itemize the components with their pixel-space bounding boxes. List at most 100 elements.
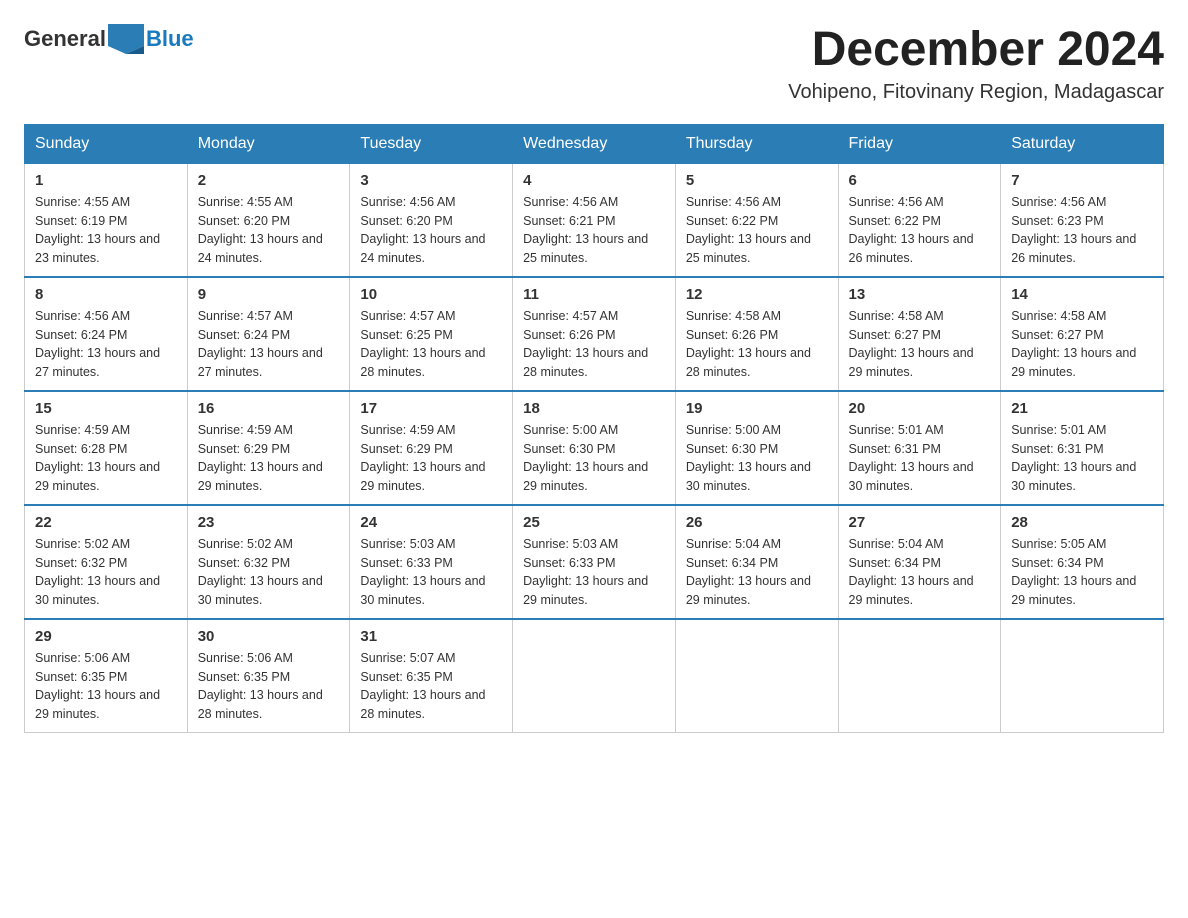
day-number: 19 xyxy=(686,400,828,417)
calendar-cell: 7 Sunrise: 4:56 AMSunset: 6:23 PMDayligh… xyxy=(1001,163,1164,277)
calendar-cell: 8 Sunrise: 4:56 AMSunset: 6:24 PMDayligh… xyxy=(25,277,188,391)
day-info: Sunrise: 4:58 AMSunset: 6:27 PMDaylight:… xyxy=(849,309,974,379)
calendar-cell: 21 Sunrise: 5:01 AMSunset: 6:31 PMDaylig… xyxy=(1001,391,1164,505)
calendar-cell: 18 Sunrise: 5:00 AMSunset: 6:30 PMDaylig… xyxy=(513,391,676,505)
calendar-header-row: SundayMondayTuesdayWednesdayThursdayFrid… xyxy=(25,124,1164,163)
day-number: 13 xyxy=(849,286,991,303)
calendar-cell: 4 Sunrise: 4:56 AMSunset: 6:21 PMDayligh… xyxy=(513,163,676,277)
day-info: Sunrise: 5:01 AMSunset: 6:31 PMDaylight:… xyxy=(849,423,974,493)
calendar-cell: 27 Sunrise: 5:04 AMSunset: 6:34 PMDaylig… xyxy=(838,505,1001,619)
day-number: 26 xyxy=(686,514,828,531)
day-number: 30 xyxy=(198,628,340,645)
calendar-week-row: 22 Sunrise: 5:02 AMSunset: 6:32 PMDaylig… xyxy=(25,505,1164,619)
title-block: December 2024 Vohipeno, Fitovinany Regio… xyxy=(788,24,1164,104)
calendar-week-row: 1 Sunrise: 4:55 AMSunset: 6:19 PMDayligh… xyxy=(25,163,1164,277)
day-info: Sunrise: 4:56 AMSunset: 6:24 PMDaylight:… xyxy=(35,309,160,379)
day-info: Sunrise: 4:59 AMSunset: 6:28 PMDaylight:… xyxy=(35,423,160,493)
calendar-cell xyxy=(838,619,1001,733)
day-number: 9 xyxy=(198,286,340,303)
day-number: 2 xyxy=(198,172,340,189)
calendar-cell: 14 Sunrise: 4:58 AMSunset: 6:27 PMDaylig… xyxy=(1001,277,1164,391)
subtitle: Vohipeno, Fitovinany Region, Madagascar xyxy=(788,81,1164,104)
calendar-cell: 22 Sunrise: 5:02 AMSunset: 6:32 PMDaylig… xyxy=(25,505,188,619)
day-info: Sunrise: 4:56 AMSunset: 6:23 PMDaylight:… xyxy=(1011,195,1136,265)
day-number: 18 xyxy=(523,400,665,417)
day-info: Sunrise: 5:05 AMSunset: 6:34 PMDaylight:… xyxy=(1011,537,1136,607)
page-header: General Blue December 2024 Vohipeno, Fit… xyxy=(24,24,1164,104)
day-info: Sunrise: 5:07 AMSunset: 6:35 PMDaylight:… xyxy=(360,651,485,721)
day-number: 14 xyxy=(1011,286,1153,303)
day-number: 4 xyxy=(523,172,665,189)
day-number: 29 xyxy=(35,628,177,645)
calendar-week-row: 8 Sunrise: 4:56 AMSunset: 6:24 PMDayligh… xyxy=(25,277,1164,391)
day-number: 1 xyxy=(35,172,177,189)
day-info: Sunrise: 5:06 AMSunset: 6:35 PMDaylight:… xyxy=(35,651,160,721)
calendar-cell: 19 Sunrise: 5:00 AMSunset: 6:30 PMDaylig… xyxy=(675,391,838,505)
day-header-saturday: Saturday xyxy=(1001,124,1164,163)
day-info: Sunrise: 4:56 AMSunset: 6:22 PMDaylight:… xyxy=(849,195,974,265)
calendar-cell: 24 Sunrise: 5:03 AMSunset: 6:33 PMDaylig… xyxy=(350,505,513,619)
calendar-cell xyxy=(513,619,676,733)
calendar-cell: 6 Sunrise: 4:56 AMSunset: 6:22 PMDayligh… xyxy=(838,163,1001,277)
day-header-monday: Monday xyxy=(187,124,350,163)
calendar-week-row: 15 Sunrise: 4:59 AMSunset: 6:28 PMDaylig… xyxy=(25,391,1164,505)
day-header-friday: Friday xyxy=(838,124,1001,163)
day-header-wednesday: Wednesday xyxy=(513,124,676,163)
logo: General Blue xyxy=(24,24,194,54)
calendar-cell: 15 Sunrise: 4:59 AMSunset: 6:28 PMDaylig… xyxy=(25,391,188,505)
day-number: 6 xyxy=(849,172,991,189)
day-number: 22 xyxy=(35,514,177,531)
logo-icon xyxy=(108,24,144,54)
day-number: 23 xyxy=(198,514,340,531)
logo-general-text: General xyxy=(24,26,106,52)
day-info: Sunrise: 5:02 AMSunset: 6:32 PMDaylight:… xyxy=(198,537,323,607)
day-number: 7 xyxy=(1011,172,1153,189)
calendar-cell: 31 Sunrise: 5:07 AMSunset: 6:35 PMDaylig… xyxy=(350,619,513,733)
calendar-cell: 9 Sunrise: 4:57 AMSunset: 6:24 PMDayligh… xyxy=(187,277,350,391)
day-info: Sunrise: 4:56 AMSunset: 6:20 PMDaylight:… xyxy=(360,195,485,265)
calendar-cell: 11 Sunrise: 4:57 AMSunset: 6:26 PMDaylig… xyxy=(513,277,676,391)
calendar-cell: 16 Sunrise: 4:59 AMSunset: 6:29 PMDaylig… xyxy=(187,391,350,505)
day-number: 21 xyxy=(1011,400,1153,417)
day-info: Sunrise: 4:57 AMSunset: 6:25 PMDaylight:… xyxy=(360,309,485,379)
day-info: Sunrise: 5:01 AMSunset: 6:31 PMDaylight:… xyxy=(1011,423,1136,493)
day-info: Sunrise: 5:06 AMSunset: 6:35 PMDaylight:… xyxy=(198,651,323,721)
day-number: 8 xyxy=(35,286,177,303)
day-header-sunday: Sunday xyxy=(25,124,188,163)
calendar-cell: 23 Sunrise: 5:02 AMSunset: 6:32 PMDaylig… xyxy=(187,505,350,619)
calendar-table: SundayMondayTuesdayWednesdayThursdayFrid… xyxy=(24,124,1164,733)
logo-blue-text: Blue xyxy=(146,26,194,52)
calendar-cell: 5 Sunrise: 4:56 AMSunset: 6:22 PMDayligh… xyxy=(675,163,838,277)
day-info: Sunrise: 4:55 AMSunset: 6:20 PMDaylight:… xyxy=(198,195,323,265)
day-info: Sunrise: 5:03 AMSunset: 6:33 PMDaylight:… xyxy=(523,537,648,607)
day-header-tuesday: Tuesday xyxy=(350,124,513,163)
day-info: Sunrise: 5:03 AMSunset: 6:33 PMDaylight:… xyxy=(360,537,485,607)
day-info: Sunrise: 4:58 AMSunset: 6:27 PMDaylight:… xyxy=(1011,309,1136,379)
day-number: 16 xyxy=(198,400,340,417)
calendar-cell: 30 Sunrise: 5:06 AMSunset: 6:35 PMDaylig… xyxy=(187,619,350,733)
day-info: Sunrise: 4:58 AMSunset: 6:26 PMDaylight:… xyxy=(686,309,811,379)
calendar-cell: 25 Sunrise: 5:03 AMSunset: 6:33 PMDaylig… xyxy=(513,505,676,619)
day-number: 31 xyxy=(360,628,502,645)
calendar-cell: 28 Sunrise: 5:05 AMSunset: 6:34 PMDaylig… xyxy=(1001,505,1164,619)
calendar-cell: 13 Sunrise: 4:58 AMSunset: 6:27 PMDaylig… xyxy=(838,277,1001,391)
calendar-cell: 20 Sunrise: 5:01 AMSunset: 6:31 PMDaylig… xyxy=(838,391,1001,505)
day-info: Sunrise: 4:55 AMSunset: 6:19 PMDaylight:… xyxy=(35,195,160,265)
day-number: 27 xyxy=(849,514,991,531)
day-info: Sunrise: 4:56 AMSunset: 6:22 PMDaylight:… xyxy=(686,195,811,265)
calendar-cell: 3 Sunrise: 4:56 AMSunset: 6:20 PMDayligh… xyxy=(350,163,513,277)
calendar-cell: 29 Sunrise: 5:06 AMSunset: 6:35 PMDaylig… xyxy=(25,619,188,733)
day-number: 17 xyxy=(360,400,502,417)
day-number: 28 xyxy=(1011,514,1153,531)
calendar-cell xyxy=(675,619,838,733)
day-info: Sunrise: 5:02 AMSunset: 6:32 PMDaylight:… xyxy=(35,537,160,607)
day-info: Sunrise: 4:59 AMSunset: 6:29 PMDaylight:… xyxy=(198,423,323,493)
calendar-cell: 12 Sunrise: 4:58 AMSunset: 6:26 PMDaylig… xyxy=(675,277,838,391)
day-number: 15 xyxy=(35,400,177,417)
day-number: 10 xyxy=(360,286,502,303)
day-number: 25 xyxy=(523,514,665,531)
day-number: 12 xyxy=(686,286,828,303)
calendar-cell: 10 Sunrise: 4:57 AMSunset: 6:25 PMDaylig… xyxy=(350,277,513,391)
day-info: Sunrise: 5:00 AMSunset: 6:30 PMDaylight:… xyxy=(523,423,648,493)
calendar-cell: 26 Sunrise: 5:04 AMSunset: 6:34 PMDaylig… xyxy=(675,505,838,619)
